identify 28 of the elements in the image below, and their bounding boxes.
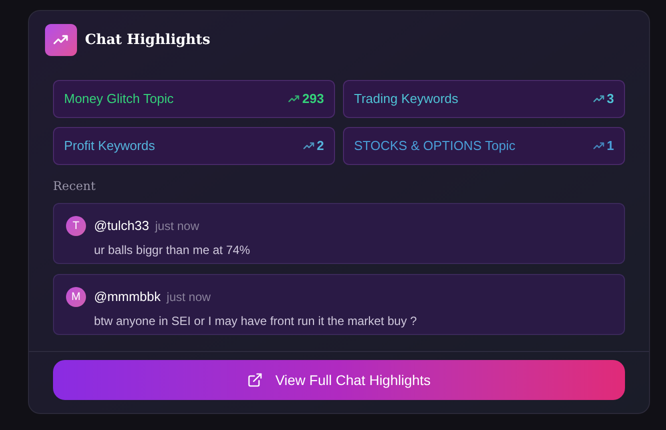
section-heading: Recent [53, 178, 97, 195]
trend-icon [592, 140, 605, 152]
topic-count: 3 [606, 90, 614, 108]
topic-card[interactable]: STOCKS & OPTIONS Topic 1 [343, 127, 625, 165]
message-text: btw anyone in SEI or I may have front run it the market buy ? [94, 312, 417, 330]
topic-label: Trading Keywords [354, 90, 458, 108]
trend-icon [592, 93, 605, 105]
timestamp: just now [166, 289, 211, 306]
topic-count: 293 [302, 90, 324, 108]
trend-icon [288, 93, 300, 105]
topic-count: 2 [316, 137, 324, 156]
topic-label: Profit Keywords [64, 137, 156, 156]
topic-count: 1 [606, 137, 614, 156]
topic-label: STOCKS & OPTIONS Topic [354, 137, 516, 156]
external-link-icon [247, 372, 264, 388]
username: @mmmbbk [94, 288, 161, 306]
card-title: Chat Highlights [85, 30, 210, 50]
username: @tulch33 [94, 217, 150, 235]
timestamp: just now [155, 218, 200, 235]
topic-label: Money Glitch Topic [64, 90, 174, 108]
topic-card[interactable]: Trading Keywords 3 [343, 80, 625, 118]
topic-card[interactable]: Profit Keywords 2 [53, 127, 335, 165]
message-text: ur balls biggr than me at 74% [94, 242, 250, 258]
trend-icon [302, 140, 315, 152]
avatar: T [66, 216, 86, 236]
avatar: M [66, 287, 86, 307]
view-all-button[interactable]: View Full Chat Highlights [53, 360, 625, 400]
topic-card[interactable]: Money Glitch Topic 293 [53, 80, 335, 118]
